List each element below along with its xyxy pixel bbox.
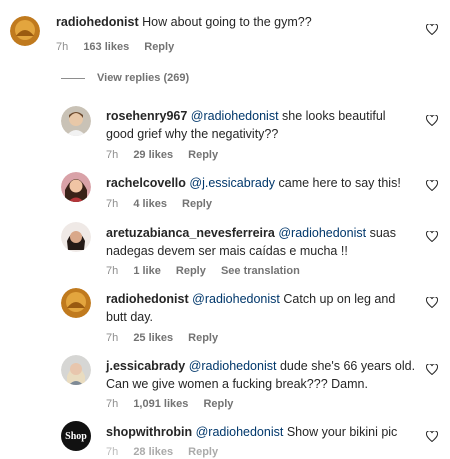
like-count[interactable]: 25 likes bbox=[133, 332, 173, 344]
mention-link[interactable]: @radiohedonist bbox=[278, 226, 366, 240]
avatar[interactable] bbox=[61, 288, 91, 318]
comment-body: came here to say this! bbox=[278, 176, 401, 190]
username[interactable]: shopwithrobin bbox=[106, 425, 192, 439]
reply-button[interactable]: Reply bbox=[144, 41, 174, 53]
comment-meta: 7h 1 like Reply See translation bbox=[106, 264, 312, 278]
avatar[interactable] bbox=[61, 355, 91, 385]
heart-icon[interactable] bbox=[426, 24, 438, 35]
comment-text: shopwithrobin @radiohedonist Show your b… bbox=[106, 423, 406, 441]
comment-meta: 7h 28 likes Reply bbox=[106, 445, 230, 459]
timestamp: 7h bbox=[106, 332, 119, 344]
heart-icon[interactable] bbox=[426, 431, 438, 442]
username[interactable]: aretuzabianca_nevesferreira bbox=[106, 226, 275, 240]
comment-text: rosehenry967 @radiohedonist she looks be… bbox=[106, 107, 406, 143]
view-replies-button[interactable]: View replies (269) bbox=[61, 72, 189, 84]
comment-text: aretuzabianca_nevesferreira @radiohedoni… bbox=[106, 224, 406, 260]
comment-text: j.essicabrady @radiohedonist dude she's … bbox=[106, 357, 416, 393]
comment-meta: 7h 4 likes Reply bbox=[106, 197, 224, 211]
reply-button[interactable]: Reply bbox=[182, 198, 212, 210]
avatar[interactable] bbox=[61, 172, 91, 202]
timestamp: 7h bbox=[106, 149, 119, 161]
reply-button[interactable]: Reply bbox=[188, 446, 218, 458]
divider-line bbox=[61, 77, 85, 79]
avatar-logo-text: Shop bbox=[65, 430, 87, 442]
username[interactable]: j.essicabrady bbox=[106, 359, 185, 373]
like-count[interactable]: 28 likes bbox=[133, 446, 173, 458]
avatar[interactable]: Shop bbox=[61, 421, 91, 451]
mention-link[interactable]: @radiohedonist bbox=[191, 109, 279, 123]
reply-button[interactable]: Reply bbox=[188, 332, 218, 344]
comment-text: radiohedonist @radiohedonist Catch up on… bbox=[106, 290, 406, 326]
timestamp: 7h bbox=[106, 265, 119, 277]
like-count[interactable]: 1 like bbox=[133, 265, 161, 277]
comment-meta: 7h 29 likes Reply bbox=[106, 148, 230, 162]
heart-icon[interactable] bbox=[426, 364, 438, 375]
heart-icon[interactable] bbox=[426, 180, 438, 191]
mention-link[interactable]: @j.essicabrady bbox=[189, 176, 275, 190]
reply-button[interactable]: Reply bbox=[176, 265, 206, 277]
like-count[interactable]: 4 likes bbox=[133, 198, 167, 210]
avatar[interactable] bbox=[10, 16, 40, 46]
avatar[interactable] bbox=[61, 222, 91, 252]
like-count[interactable]: 163 likes bbox=[83, 41, 129, 53]
username[interactable]: rosehenry967 bbox=[106, 109, 187, 123]
timestamp: 7h bbox=[56, 41, 69, 53]
username[interactable]: radiohedonist bbox=[106, 292, 189, 306]
like-count[interactable]: 1,091 likes bbox=[133, 398, 188, 410]
comment-meta: 7h 25 likes Reply bbox=[106, 331, 230, 345]
avatar[interactable] bbox=[61, 106, 91, 136]
timestamp: 7h bbox=[106, 398, 119, 410]
comment-body: Show your bikini pic bbox=[286, 425, 398, 439]
mention-link[interactable]: @radiohedonist bbox=[192, 292, 280, 306]
heart-icon[interactable] bbox=[426, 297, 438, 308]
comment-meta: 7h 163 likes Reply bbox=[56, 40, 186, 54]
comment-meta: 7h 1,091 likes Reply bbox=[106, 397, 245, 411]
heart-icon[interactable] bbox=[426, 231, 438, 242]
reply-button[interactable]: Reply bbox=[188, 149, 218, 161]
mention-link[interactable]: @radiohedonist bbox=[189, 359, 277, 373]
comment-body: How about going to the gym?? bbox=[142, 15, 312, 29]
see-translation-link[interactable]: See translation bbox=[221, 265, 300, 277]
heart-icon[interactable] bbox=[426, 115, 438, 126]
comment-text: rachelcovello @j.essicabrady came here t… bbox=[106, 174, 406, 192]
mention-link[interactable]: @radiohedonist bbox=[196, 425, 284, 439]
username[interactable]: radiohedonist bbox=[56, 15, 139, 29]
timestamp: 7h bbox=[106, 198, 119, 210]
timestamp: 7h bbox=[106, 446, 119, 458]
username[interactable]: rachelcovello bbox=[106, 176, 186, 190]
like-count[interactable]: 29 likes bbox=[133, 149, 173, 161]
comment-text: radiohedonist How about going to the gym… bbox=[56, 13, 416, 31]
reply-button[interactable]: Reply bbox=[203, 398, 233, 410]
